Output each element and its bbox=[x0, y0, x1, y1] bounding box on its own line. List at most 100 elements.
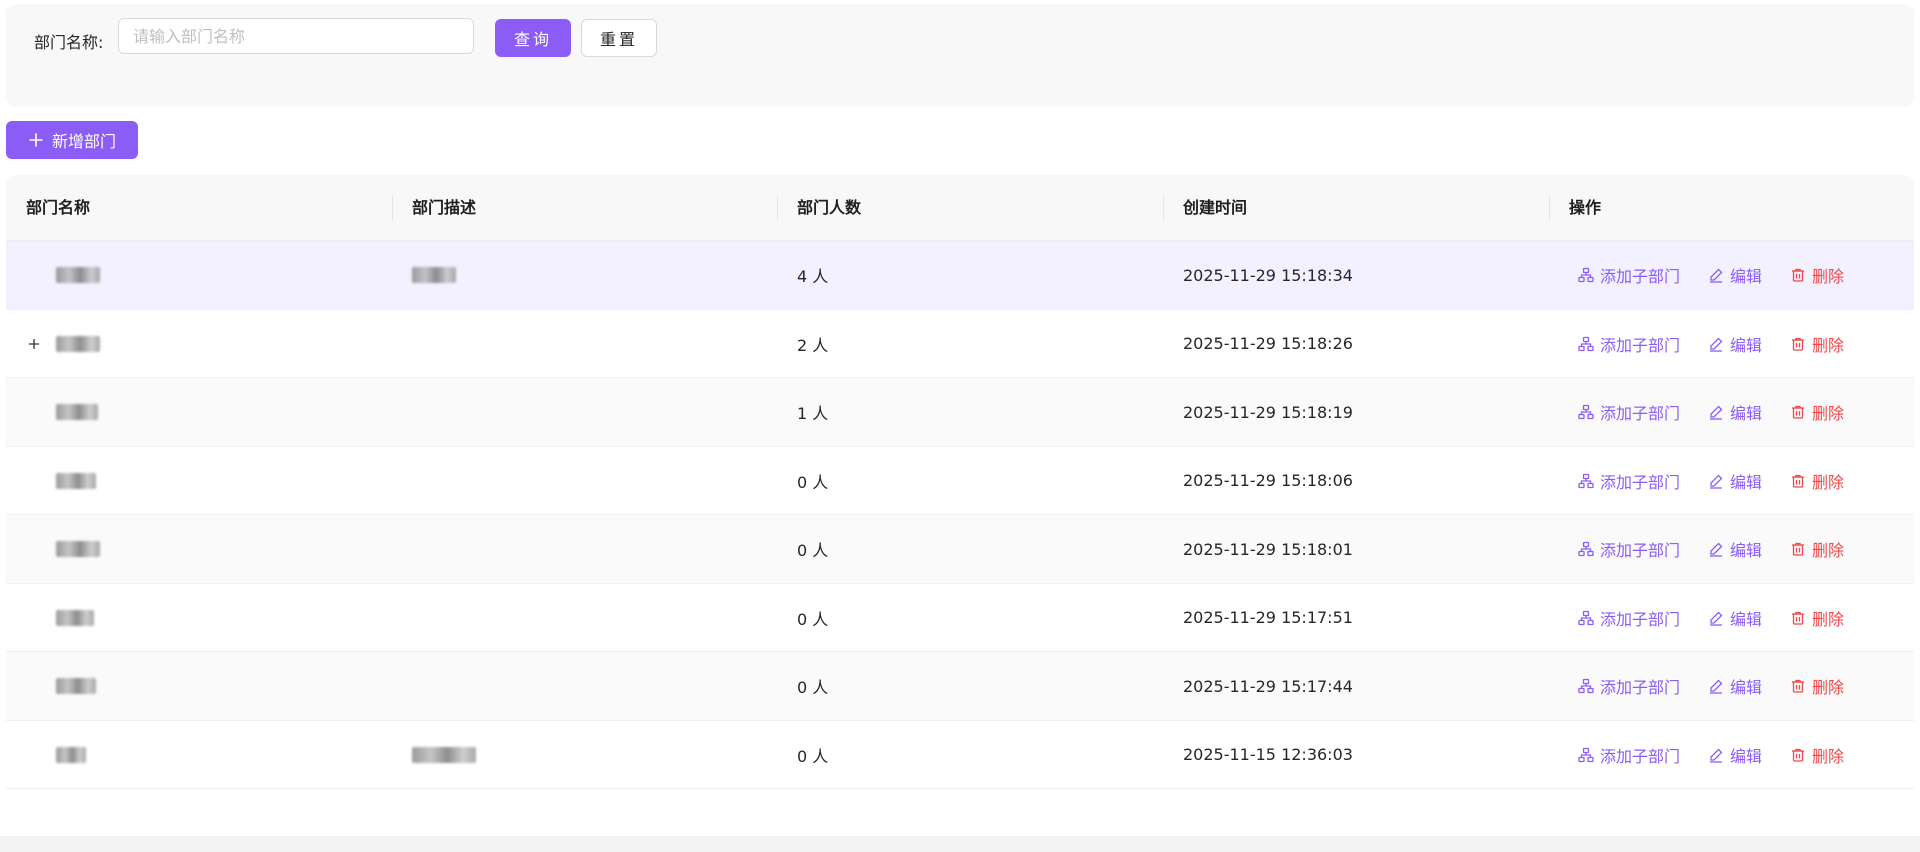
cell-dept-count: 1 人 bbox=[797, 404, 829, 423]
search-panel: 部门名称: 查询 重置 bbox=[6, 4, 1914, 107]
org-tree-icon bbox=[1578, 267, 1594, 283]
add-department-button[interactable]: 新增部门 bbox=[6, 121, 138, 159]
table-row[interactable]: 0 人 2025-11-29 15:18:06 添加子部门 编辑 删除 bbox=[6, 447, 1914, 515]
table-row[interactable]: 0 人 2025-11-29 15:18:01 添加子部门 编辑 删除 bbox=[6, 515, 1914, 584]
redacted-text bbox=[56, 335, 100, 352]
edit-pen-icon bbox=[1708, 678, 1724, 694]
add-child-label: 添加子部门 bbox=[1600, 472, 1681, 492]
edit-button[interactable]: 编辑 bbox=[1708, 332, 1762, 356]
table-row[interactable]: 4 人 2025-11-29 15:18:34 添加子部门 编辑 删除 bbox=[6, 241, 1914, 310]
add-child-department-button[interactable]: 添加子部门 bbox=[1578, 537, 1680, 561]
cell-actions: 添加子部门 编辑 删除 bbox=[1578, 241, 1844, 309]
edit-button[interactable]: 编辑 bbox=[1708, 263, 1762, 287]
delete-button[interactable]: 删除 bbox=[1790, 674, 1844, 698]
redacted-text bbox=[56, 267, 100, 283]
edit-button[interactable]: 编辑 bbox=[1708, 606, 1762, 630]
delete-button[interactable]: 删除 bbox=[1790, 263, 1844, 287]
add-child-label: 添加子部门 bbox=[1600, 541, 1681, 560]
redacted-text bbox=[56, 404, 98, 420]
cell-actions: 添加子部门 编辑 删除 bbox=[1578, 584, 1844, 652]
edit-pen-icon bbox=[1708, 747, 1724, 763]
redacted-text bbox=[56, 609, 94, 626]
cell-created-time: 2025-11-29 15:17:51 bbox=[1183, 608, 1353, 627]
table-row[interactable]: 1 人 2025-11-29 15:18:19 添加子部门 编辑 删除 bbox=[6, 378, 1914, 447]
cell-dept-name bbox=[56, 584, 94, 652]
org-tree-icon bbox=[1578, 404, 1594, 420]
redacted-text bbox=[56, 746, 86, 763]
cell-created-time: 2025-11-29 15:17:44 bbox=[1183, 676, 1353, 696]
add-child-department-button[interactable]: 添加子部门 bbox=[1578, 606, 1680, 630]
redacted-text bbox=[56, 472, 96, 489]
edit-button[interactable]: 编辑 bbox=[1708, 674, 1762, 698]
cell-actions: 添加子部门 编辑 删除 bbox=[1578, 652, 1844, 720]
cell-dept-name bbox=[56, 241, 100, 309]
redacted-text bbox=[412, 267, 456, 283]
edit-button[interactable]: 编辑 bbox=[1708, 537, 1762, 561]
delete-button[interactable]: 删除 bbox=[1790, 469, 1844, 493]
table-row[interactable]: 0 人 2025-11-29 15:17:44 添加子部门 编辑 删除 bbox=[6, 652, 1914, 721]
plus-icon bbox=[28, 132, 44, 148]
column-header-name: 部门名称 bbox=[26, 198, 91, 217]
edit-label: 编辑 bbox=[1730, 404, 1763, 423]
add-child-department-button[interactable]: 添加子部门 bbox=[1578, 400, 1680, 424]
cell-created-time: 2025-11-29 15:18:19 bbox=[1183, 402, 1353, 422]
cell-dept-count: 4 人 bbox=[797, 267, 829, 286]
add-child-department-button[interactable]: 添加子部门 bbox=[1578, 674, 1680, 698]
trash-icon bbox=[1790, 473, 1806, 489]
edit-button[interactable]: 编辑 bbox=[1708, 400, 1762, 424]
edit-label: 编辑 bbox=[1730, 267, 1763, 286]
edit-pen-icon bbox=[1708, 336, 1724, 352]
table-row[interactable]: 0 人 2025-11-29 15:17:51 添加子部门 编辑 删除 bbox=[6, 584, 1914, 652]
edit-button[interactable]: 编辑 bbox=[1708, 743, 1762, 767]
add-child-label: 添加子部门 bbox=[1600, 267, 1681, 286]
delete-label: 删除 bbox=[1812, 404, 1845, 423]
cell-actions: 添加子部门 编辑 删除 bbox=[1578, 721, 1844, 789]
edit-button[interactable]: 编辑 bbox=[1708, 469, 1762, 493]
edit-label: 编辑 bbox=[1730, 541, 1763, 560]
delete-label: 删除 bbox=[1812, 472, 1845, 492]
delete-button[interactable]: 删除 bbox=[1790, 537, 1844, 561]
delete-button[interactable]: 删除 bbox=[1790, 400, 1844, 424]
cell-dept-count: 0 人 bbox=[797, 541, 829, 560]
table-row[interactable]: 2 人 2025-11-29 15:18:26 添加子部门 编辑 删除 bbox=[6, 310, 1914, 378]
add-child-department-button[interactable]: 添加子部门 bbox=[1578, 743, 1680, 767]
edit-pen-icon bbox=[1708, 404, 1724, 420]
delete-label: 删除 bbox=[1812, 609, 1845, 629]
cell-dept-name bbox=[56, 378, 98, 446]
dept-name-search-input[interactable] bbox=[118, 18, 474, 54]
add-child-department-button[interactable]: 添加子部门 bbox=[1578, 263, 1680, 287]
org-tree-icon bbox=[1578, 610, 1594, 626]
column-divider bbox=[1549, 195, 1550, 221]
trash-icon bbox=[1790, 404, 1806, 420]
expand-plus-icon[interactable] bbox=[28, 310, 40, 378]
delete-button[interactable]: 删除 bbox=[1790, 743, 1844, 767]
cell-dept-count: 2 人 bbox=[797, 335, 829, 355]
edit-pen-icon bbox=[1708, 541, 1724, 557]
add-child-department-button[interactable]: 添加子部门 bbox=[1578, 332, 1680, 356]
add-child-label: 添加子部门 bbox=[1600, 609, 1681, 629]
delete-button[interactable]: 删除 bbox=[1790, 606, 1844, 630]
org-tree-icon bbox=[1578, 747, 1594, 763]
dept-name-label: 部门名称: bbox=[34, 33, 104, 52]
edit-label: 编辑 bbox=[1730, 472, 1763, 492]
delete-button[interactable]: 删除 bbox=[1790, 332, 1844, 356]
cell-actions: 添加子部门 编辑 删除 bbox=[1578, 515, 1844, 583]
cell-dept-count: 0 人 bbox=[797, 746, 829, 766]
table-row[interactable]: 0 人 2025-11-15 12:36:03 添加子部门 编辑 删除 bbox=[6, 721, 1914, 789]
reset-button[interactable]: 重置 bbox=[581, 19, 657, 57]
cell-actions: 添加子部门 编辑 删除 bbox=[1578, 447, 1844, 515]
redacted-text bbox=[412, 746, 476, 763]
org-tree-icon bbox=[1578, 678, 1594, 694]
department-table: 部门名称 部门描述 部门人数 创建时间 操作 4 人 2025-11-29 15:… bbox=[6, 175, 1914, 789]
bottom-bar bbox=[0, 836, 1920, 852]
redacted-text bbox=[56, 678, 96, 694]
query-button[interactable]: 查询 bbox=[495, 19, 571, 57]
org-tree-icon bbox=[1578, 336, 1594, 352]
trash-icon bbox=[1790, 267, 1806, 283]
add-child-department-button[interactable]: 添加子部门 bbox=[1578, 469, 1680, 493]
table-header: 部门名称 部门描述 部门人数 创建时间 操作 bbox=[6, 175, 1914, 241]
add-child-label: 添加子部门 bbox=[1600, 678, 1681, 697]
delete-label: 删除 bbox=[1812, 541, 1845, 560]
column-header-actions: 操作 bbox=[1569, 198, 1602, 217]
edit-pen-icon bbox=[1708, 610, 1724, 626]
